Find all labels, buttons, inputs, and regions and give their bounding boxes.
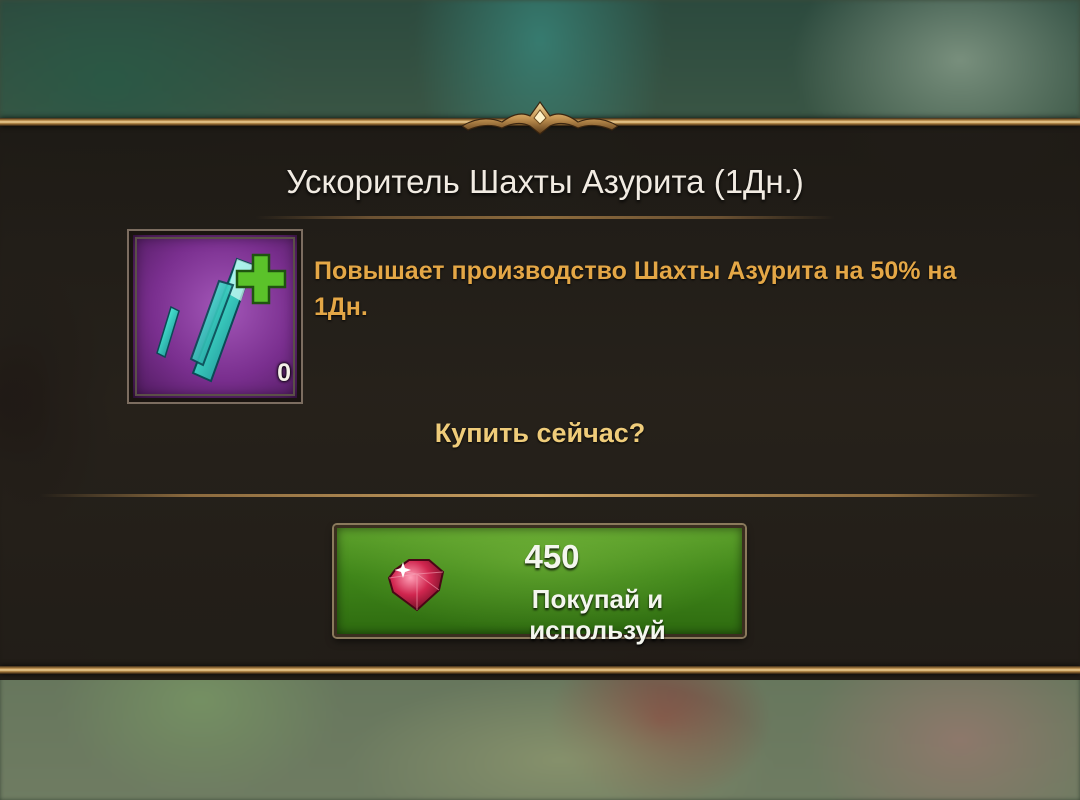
title-underline: [255, 216, 835, 219]
crown-ornament-icon: [462, 100, 618, 135]
item-count: 0: [277, 359, 291, 387]
azurite-boost-crystal-icon: [156, 253, 287, 383]
item-slot: 0: [129, 231, 301, 402]
dialog-bottom-border: [0, 666, 1080, 674]
dialog-title: Ускоритель Шахты Азурита (1Дн.): [286, 163, 804, 200]
purchase-question: Купить сейчас?: [434, 418, 646, 448]
ruby-gem-icon: [387, 559, 445, 612]
buy-and-use-label: Покупай и используй: [529, 584, 666, 645]
item-description: Повышает производство Шахты Азурита на 5…: [314, 257, 957, 321]
price-label: 450: [524, 538, 580, 575]
buy-and-use-button[interactable]: 450 Покупай и используй: [334, 525, 745, 645]
divider: [40, 494, 1040, 497]
